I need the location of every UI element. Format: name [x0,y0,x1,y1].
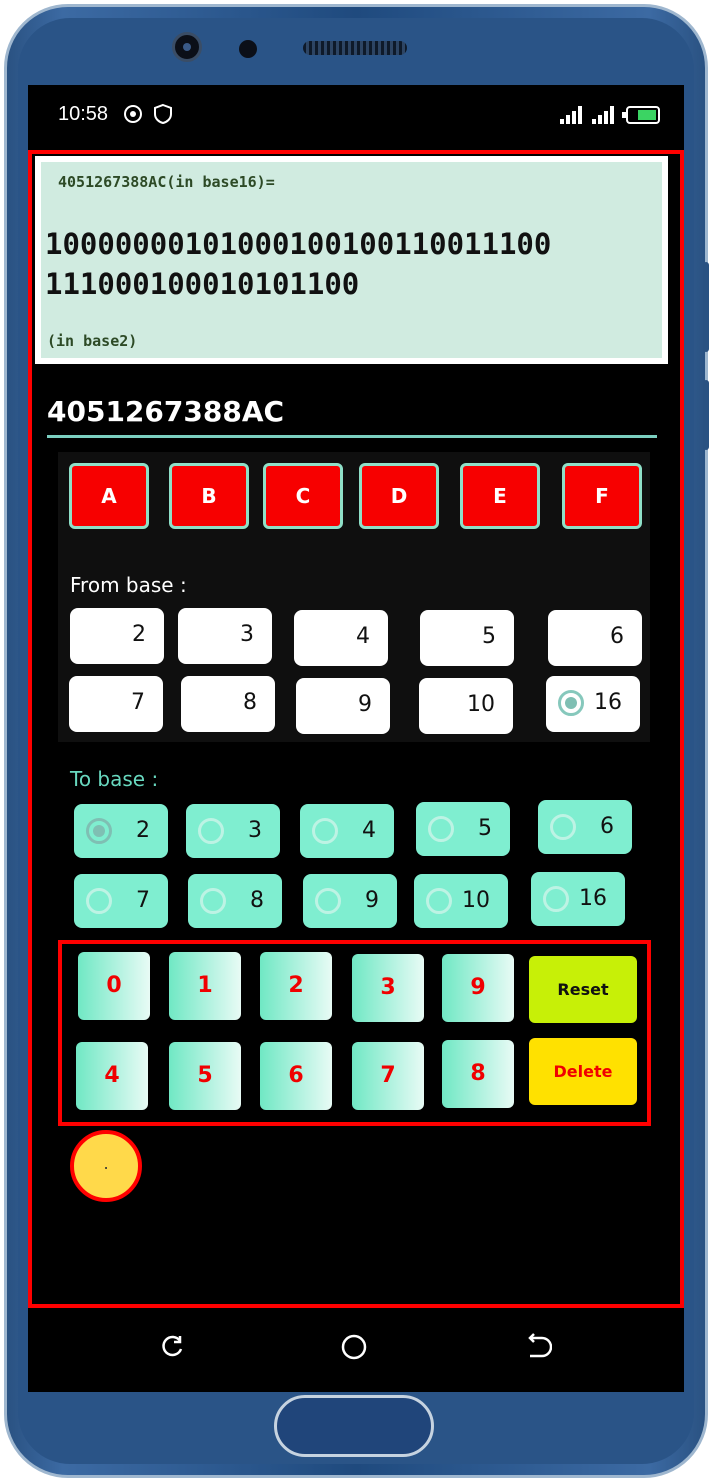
radio-icon [315,888,341,914]
to-base-option-16[interactable]: 16 [531,872,625,926]
to-base-option-7[interactable]: 7 [74,874,168,928]
delete-button[interactable]: Delete [529,1038,637,1105]
radio-icon [543,886,569,912]
option-label: 6 [610,624,624,649]
home-icon[interactable] [340,1333,368,1368]
proximity-sensor [239,40,257,58]
signal-icon [592,106,616,124]
key-6[interactable]: 6 [260,1042,332,1110]
from-base-option-10[interactable]: 10 [419,678,513,734]
option-label: 10 [467,692,495,717]
to-base-option-2[interactable]: 2 [74,804,168,858]
number-input[interactable]: 4051267388AC [47,392,657,438]
to-base-option-9[interactable]: 9 [303,874,397,928]
option-label: 8 [250,888,264,913]
to-base-option-6[interactable]: 6 [538,800,632,854]
key-5[interactable]: 5 [169,1042,241,1110]
volume-button [703,262,709,352]
option-label: 9 [358,692,372,717]
to-base-option-3[interactable]: 3 [186,804,280,858]
reset-button[interactable]: Reset [529,956,637,1023]
option-label: 4 [356,624,370,649]
earpiece-speaker [303,41,407,55]
radio-icon [198,818,224,844]
radio-selected-icon [86,818,112,844]
key-2[interactable]: 2 [260,952,332,1020]
option-label: 6 [600,814,614,839]
option-label: 2 [132,622,146,647]
hex-key-b[interactable]: B [169,463,249,529]
option-label: 5 [482,624,496,649]
from-base-option-6[interactable]: 6 [548,610,642,666]
option-label: 7 [136,888,150,913]
option-label: 10 [462,888,490,913]
hex-key-a[interactable]: A [69,463,149,529]
option-label: 2 [136,818,150,843]
radio-icon [200,888,226,914]
key-7[interactable]: 7 [352,1042,424,1110]
radio-icon [428,816,454,842]
radio-icon [86,888,112,914]
decimal-point-button[interactable]: . [70,1130,142,1202]
from-base-option-9[interactable]: 9 [296,678,390,734]
result-base-label: (in base2) [47,332,138,350]
result-panel: 4051267388AC(in base16)= 100000001010001… [35,156,668,364]
from-base-option-5[interactable]: 5 [420,610,514,666]
back-icon[interactable] [524,1333,553,1368]
hex-key-c[interactable]: C [263,463,343,529]
key-3[interactable]: 3 [352,954,424,1022]
from-base-option-4[interactable]: 4 [294,610,388,666]
key-0[interactable]: 0 [78,952,150,1020]
key-8[interactable]: 8 [442,1040,514,1108]
from-base-option-8[interactable]: 8 [181,676,275,732]
key-4[interactable]: 4 [76,1042,148,1110]
from-base-option-2[interactable]: 2 [70,608,164,664]
signal-icon [560,106,584,124]
recent-apps-icon[interactable] [158,1333,186,1368]
radio-icon [550,814,576,840]
from-base-option-16[interactable]: 16 [546,676,640,732]
from-base-label: From base : [70,573,187,597]
front-camera [172,32,202,62]
option-label: 16 [594,690,622,715]
key-9[interactable]: 9 [442,954,514,1022]
to-base-option-10[interactable]: 10 [414,874,508,928]
result-input-label: 4051267388AC(in base16)= [58,173,275,191]
option-label: 9 [365,888,379,913]
option-label: 7 [131,690,145,715]
status-time: 10:58 [58,103,109,125]
result-value: 10000000101000100100110011100 11100010001… [45,227,552,301]
settings-circle-icon [122,103,144,130]
option-label: 3 [248,818,262,843]
option-label: 8 [243,690,257,715]
hex-key-d[interactable]: D [359,463,439,529]
hex-key-f[interactable]: F [562,463,642,529]
option-label: 4 [362,818,376,843]
from-base-option-3[interactable]: 3 [178,608,272,664]
from-base-option-7[interactable]: 7 [69,676,163,732]
home-hardware-button[interactable] [274,1395,434,1457]
to-base-option-5[interactable]: 5 [416,802,510,856]
power-button [703,380,709,450]
to-base-label: To base : [70,767,159,791]
hex-key-e[interactable]: E [460,463,540,529]
radio-icon [312,818,338,844]
to-base-option-4[interactable]: 4 [300,804,394,858]
key-1[interactable]: 1 [169,952,241,1020]
radio-selected-icon [558,690,584,716]
option-label: 5 [478,816,492,841]
option-label: 16 [579,886,607,911]
shield-icon [152,103,174,130]
radio-icon [426,888,452,914]
to-base-option-8[interactable]: 8 [188,874,282,928]
option-label: 3 [240,622,254,647]
battery-charging-icon [622,106,660,124]
